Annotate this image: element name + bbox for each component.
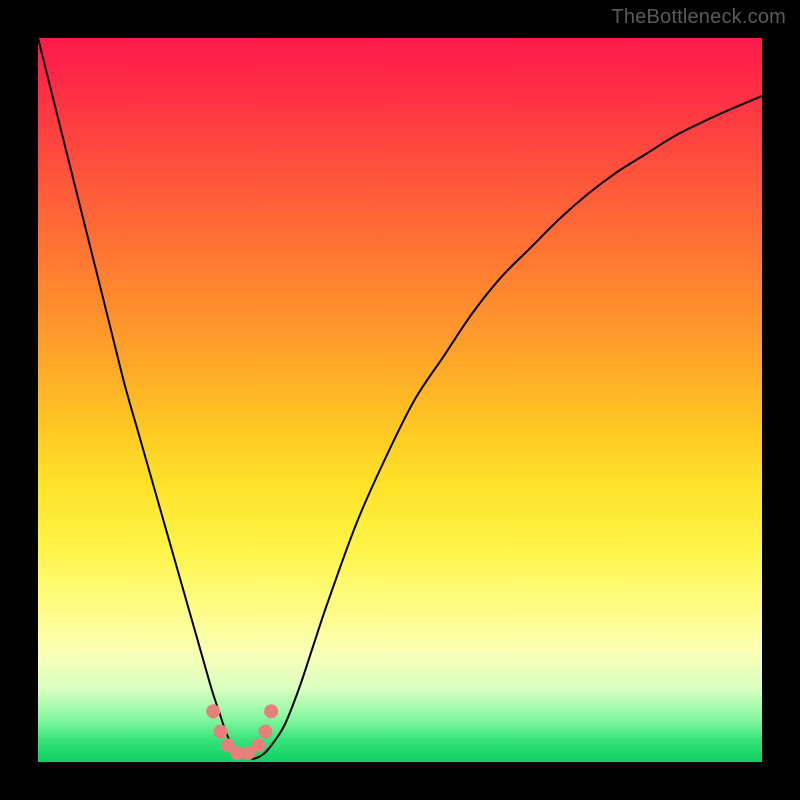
curve-overlay [38, 38, 762, 762]
plot-area [38, 38, 762, 762]
marker-dot [251, 738, 265, 752]
marker-dot [258, 725, 272, 739]
optimal-range-markers [206, 704, 278, 760]
watermark-text: TheBottleneck.com [611, 6, 786, 29]
marker-dot [213, 725, 227, 739]
bottleneck-curve [38, 38, 762, 759]
marker-dot [206, 704, 220, 718]
marker-dot [264, 704, 278, 718]
